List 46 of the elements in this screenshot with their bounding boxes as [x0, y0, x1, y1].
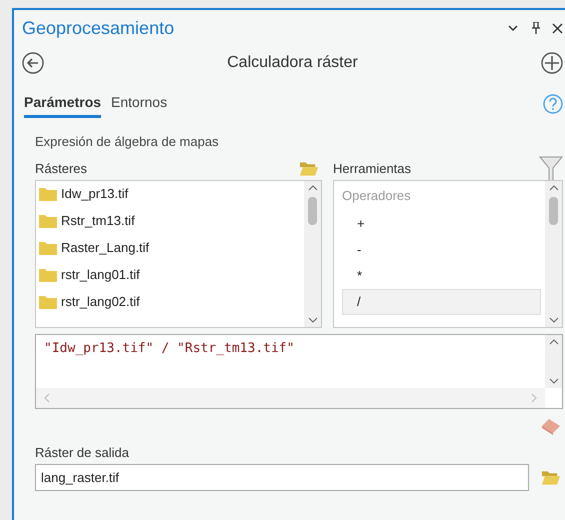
group-header: Operadores [342, 186, 412, 205]
scroll-down-icon[interactable] [548, 316, 558, 322]
filter-icon[interactable] [539, 156, 563, 182]
pin-icon[interactable] [532, 22, 540, 34]
scroll-down-icon[interactable] [548, 378, 558, 384]
folder-icon [38, 266, 58, 284]
operator-item[interactable]: / [342, 288, 541, 314]
folder-icon [38, 293, 58, 311]
scroll-thumb[interactable] [549, 196, 558, 224]
tool-title: Calculadora ráster [226, 53, 359, 73]
raster-item[interactable]: rstr_lang02.tif [61, 292, 140, 312]
scroll-down-icon[interactable] [308, 316, 318, 322]
raster-item[interactable]: Rstr_tm13.tif [61, 211, 135, 231]
scrollbar[interactable] [545, 180, 562, 326]
folder-icon[interactable] [541, 470, 560, 486]
expression-text: "Idw_pr13.tif" / "Rstr_tm13.tif" [43, 340, 296, 358]
operator-item[interactable]: - [342, 236, 541, 262]
scroll-up-icon[interactable] [308, 184, 318, 190]
help-icon[interactable] [543, 94, 563, 114]
scroll-thumb[interactable] [308, 196, 317, 224]
raster-item[interactable]: rstr_lang01.tif [61, 265, 140, 285]
scrollbar[interactable] [545, 334, 562, 388]
rasters-label: Rásteres [35, 160, 88, 178]
chevron-down-icon[interactable] [508, 25, 518, 31]
folder-icon [38, 212, 58, 230]
raster-item[interactable]: Raster_Lang.tif [61, 238, 150, 258]
tools-label: Herramientas [333, 160, 412, 178]
add-icon[interactable] [541, 52, 563, 74]
close-icon[interactable] [552, 22, 563, 34]
operator-item[interactable]: + [342, 210, 541, 236]
output-label: Ráster de salida [35, 444, 130, 462]
eraser-icon[interactable] [541, 416, 561, 434]
tab[interactable]: Entornos [111, 92, 168, 118]
folder-icon[interactable] [299, 160, 318, 176]
expression-label: Expresión de álgebra de mapas [35, 133, 220, 151]
scroll-up-icon[interactable] [548, 338, 558, 344]
raster-item[interactable]: Idw_pr13.tif [61, 184, 128, 204]
operator-item[interactable]: * [342, 262, 541, 288]
folder-icon [38, 239, 58, 257]
scrollbar[interactable] [304, 180, 321, 326]
tab[interactable]: Parámetros [24, 92, 102, 118]
window-title: Geoprocesamiento [22, 16, 174, 40]
scroll-up-icon[interactable] [548, 184, 558, 190]
output-field[interactable]: lang_raster.tif [35, 464, 529, 491]
folder-icon [38, 185, 58, 203]
expression-box[interactable]: "Idw_pr13.tif" / "Rstr_tm13.tif" [35, 334, 563, 408]
